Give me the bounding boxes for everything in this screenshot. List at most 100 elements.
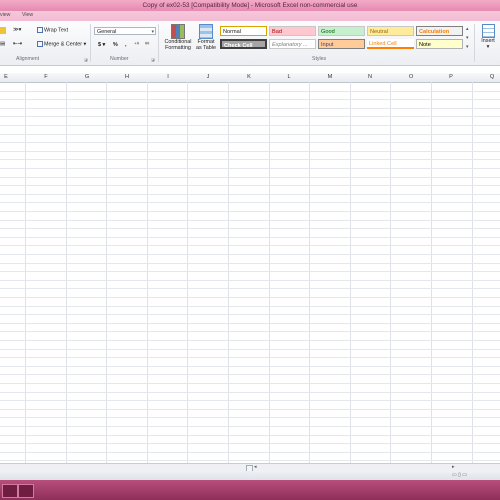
style-bad[interactable]: Bad: [269, 26, 316, 36]
format-as-table-button[interactable]: Format as Table: [194, 24, 218, 51]
grid-row-line: [0, 348, 500, 350]
grid-row-line: [0, 168, 500, 169]
conditional-formatting-label-2: Formatting: [165, 45, 191, 51]
style-neutral[interactable]: Neutral: [367, 26, 414, 36]
number-format-value: General: [97, 29, 117, 35]
currency-button[interactable]: $ ▾: [98, 42, 105, 48]
grid-row-line: [0, 391, 500, 393]
grid-row-line: [0, 219, 500, 221]
percent-button[interactable]: %: [113, 42, 118, 48]
column-header[interactable]: H: [107, 73, 147, 82]
status-bar: ▭ ▯ ▭: [0, 471, 500, 480]
grid-column-line: [390, 82, 392, 463]
tab-view-partial[interactable]: view: [0, 12, 10, 18]
column-header[interactable]: I: [148, 73, 188, 82]
alignment-launcher-icon[interactable]: ◪: [84, 57, 88, 62]
scroll-right-icon[interactable]: ▸: [452, 464, 455, 470]
orientation-icon[interactable]: ≫▾: [13, 27, 21, 33]
grid-row-line: [0, 357, 500, 359]
column-header[interactable]: E: [0, 73, 26, 82]
column-header[interactable]: F: [26, 73, 66, 82]
tab-view[interactable]: View: [22, 12, 33, 18]
column-header[interactable]: G: [67, 73, 107, 82]
zoom-icons[interactable]: ▭ ▯ ▭: [452, 472, 467, 478]
taskbar-app-icon[interactable]: [2, 484, 18, 498]
grid-row-line: [0, 159, 500, 161]
grid-row-line: [0, 383, 500, 384]
column-header[interactable]: M: [310, 73, 350, 82]
grid-row-line: [0, 262, 500, 264]
styles-more-icon[interactable]: ▾: [466, 44, 469, 50]
grid-column-line: [187, 82, 189, 463]
grid-row-line: [0, 451, 500, 453]
wrap-text-icon: [37, 27, 43, 33]
grid-row-line: [0, 185, 500, 187]
conditional-formatting-button[interactable]: Conditional Formatting: [162, 24, 194, 51]
column-header[interactable]: O: [391, 73, 431, 82]
grid-row-line: [0, 90, 500, 92]
grid-row-line: [0, 107, 500, 109]
grid-row-line: [0, 288, 500, 290]
column-headers: E F G H I J K L M N O P Q: [0, 73, 500, 83]
grid-row-line: [0, 460, 500, 462]
grid-row-line: [0, 176, 500, 178]
currency-label: $: [98, 42, 101, 48]
grid-column-line: [25, 82, 26, 463]
column-header[interactable]: L: [269, 73, 309, 82]
column-header[interactable]: K: [229, 73, 269, 82]
table-icon: [199, 24, 213, 39]
wrap-text-button[interactable]: Wrap Text: [37, 27, 68, 33]
grid-row-line: [0, 365, 500, 367]
column-header[interactable]: Q: [472, 73, 500, 82]
style-normal[interactable]: Normal: [220, 26, 267, 36]
grid-row-line: [0, 279, 500, 281]
styles-scroll-up-icon[interactable]: ▴: [466, 26, 469, 32]
grid-row-line: [0, 202, 500, 204]
increase-decimal-icon[interactable]: ⁺⁰: [134, 42, 139, 48]
column-header[interactable]: J: [188, 73, 228, 82]
styles-scroll-down-icon[interactable]: ▾: [466, 35, 469, 41]
style-input[interactable]: Input: [318, 39, 365, 49]
grid-row-line: [0, 211, 500, 212]
grid-column-line: [228, 82, 229, 463]
align-right-icon[interactable]: ▤: [0, 41, 5, 47]
grid-row-line: [0, 254, 500, 255]
scroll-left-icon[interactable]: ◂: [254, 464, 257, 470]
column-header[interactable]: P: [431, 73, 471, 82]
ribbon: ≫▾ Wrap Text ▤ ⇤⇥ Merge & Center ▾ Align…: [0, 21, 500, 66]
taskbar-app-icon[interactable]: [18, 484, 34, 498]
grid-row-line: [0, 408, 500, 410]
align-yellow-icon[interactable]: [0, 27, 6, 34]
comma-button[interactable]: ,: [125, 42, 127, 48]
style-good[interactable]: Good: [318, 26, 365, 36]
grid-row-line: [0, 236, 500, 238]
ribbon-tabs: view View: [0, 11, 500, 21]
decrease-decimal-icon[interactable]: ⁰⁰: [145, 42, 149, 48]
number-launcher-icon[interactable]: ◪: [151, 57, 155, 62]
insert-button[interactable]: Insert ▾: [478, 24, 498, 50]
style-check-cell[interactable]: Check Cell: [220, 39, 267, 49]
alignment-group-label: Alignment: [16, 56, 40, 62]
grid-row-line: [0, 426, 500, 427]
style-explanatory[interactable]: Explanatory ...: [269, 39, 316, 49]
style-linked-cell[interactable]: Linked Cell: [367, 39, 414, 49]
grid-column-line: [349, 82, 351, 463]
merge-icon: [37, 41, 43, 47]
indent-icons[interactable]: ⇤⇥: [13, 41, 22, 47]
grid-row-line: [0, 305, 500, 307]
grid-column-line: [268, 82, 270, 463]
style-calculation[interactable]: Calculation: [416, 26, 463, 36]
grid-row-line: [0, 400, 500, 402]
column-header[interactable]: N: [350, 73, 390, 82]
style-note[interactable]: Note: [416, 39, 463, 49]
taskbar: [0, 480, 500, 500]
grid-row-line: [0, 150, 500, 152]
grid-row-line: [0, 193, 500, 195]
number-format-select[interactable]: General ▾: [94, 27, 156, 35]
grid-row-line: [0, 271, 500, 273]
number-group-label: Number: [110, 56, 129, 62]
grid-column-line: [106, 82, 108, 463]
merge-center-button[interactable]: Merge & Center ▾: [37, 41, 86, 47]
grid-row-line: [0, 331, 500, 333]
separator: [474, 24, 475, 62]
